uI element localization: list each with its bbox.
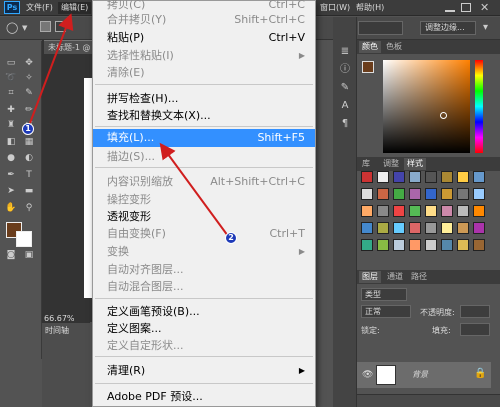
- arrow-to-edit-menu: [29, 13, 74, 124]
- step-badge-2: 2: [225, 232, 237, 244]
- arrow-to-fill-item: [159, 142, 229, 237]
- annotation-arrows: [29, 13, 229, 237]
- step-badge-1: 1: [22, 123, 34, 135]
